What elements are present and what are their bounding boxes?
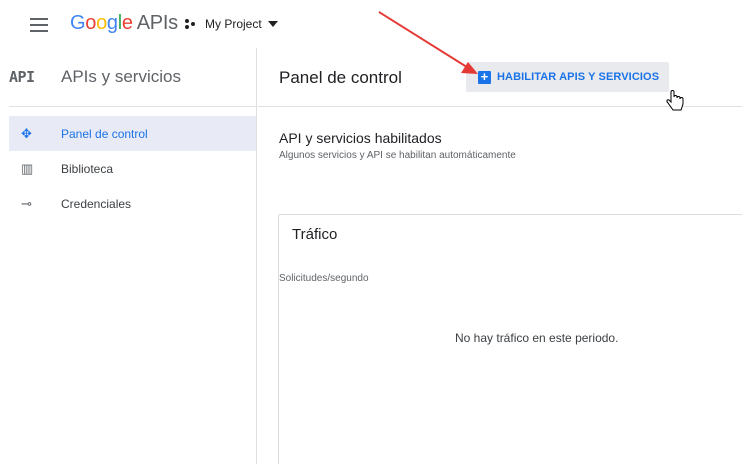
logo-letter-g2: g [106,12,118,34]
project-selector[interactable]: My Project [185,17,278,31]
library-icon: ▥ [21,160,34,176]
google-apis-logo[interactable]: Google APIs [70,12,178,35]
plus-icon: + [478,70,491,84]
logo-letter-g: G [70,12,86,34]
traffic-card: Tráfico Solicitudes/segundo No hay tráfi… [278,214,742,464]
traffic-empty-message: No hay tráfico en este periodo. [455,331,619,345]
api-badge-icon: API [9,68,35,86]
enabled-apis-subtitle: Algunos servicios y API se habilitan aut… [279,150,516,161]
sidebar-item-label: Panel de control [61,126,148,141]
key-icon: ⊸ [21,195,32,211]
enable-apis-label: HABILITAR APIS Y SERVICIOS [497,71,660,83]
logo-suffix: APIs [136,12,178,34]
sidebar-item-label: Biblioteca [61,161,114,176]
traffic-unit-text: Solicitudes/segundo [279,273,369,284]
sidebar-item-biblioteca[interactable]: ▥ Biblioteca [9,151,256,186]
sidebar-title: APIs y servicios [61,67,181,86]
traffic-title: Tráfico [292,226,338,243]
top-app-bar: Google APIs My Project [0,0,742,48]
logo-letter-o1: o [85,12,97,34]
sidebar-item-label: Credenciales [61,196,132,211]
project-name: My Project [205,17,262,31]
sidebar-item-credenciales[interactable]: ⊸ Credenciales [9,186,256,221]
sidebar: API APIs y servicios ✥ Panel de control … [9,48,257,464]
chevron-down-icon [267,21,278,27]
enable-apis-button[interactable]: + HABILITAR APIS Y SERVICIOS [466,62,670,92]
logo-letter-o2: o [96,12,107,34]
logo-letter-e: e [121,12,133,34]
sidebar-header: API APIs y servicios [9,48,256,107]
main-content: Panel de control + HABILITAR APIS Y SERV… [258,48,742,464]
dashboard-icon: ✥ [21,125,32,141]
sidebar-item-panel-de-control[interactable]: ✥ Panel de control [9,116,256,151]
project-icon [185,18,199,30]
page-title: Panel de control [279,68,402,87]
main-header: Panel de control + HABILITAR APIS Y SERV… [258,48,742,107]
enabled-apis-title: API y servicios habilitados [279,130,442,146]
hamburger-menu-icon[interactable] [30,18,48,32]
sidebar-nav: ✥ Panel de control ▥ Biblioteca ⊸ Creden… [9,107,256,221]
